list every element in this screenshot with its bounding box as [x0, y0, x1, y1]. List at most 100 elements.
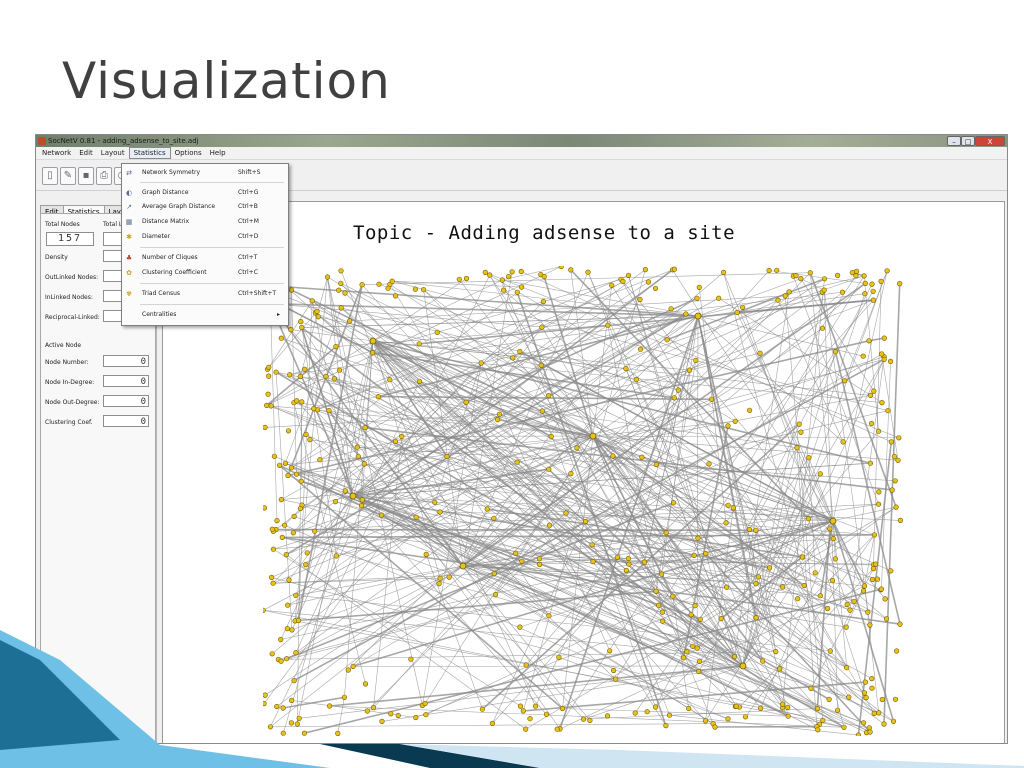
graph-node[interactable] — [265, 391, 271, 397]
graph-node[interactable] — [870, 297, 877, 303]
close-button[interactable]: X — [975, 136, 1005, 146]
graph-node[interactable] — [766, 267, 772, 274]
graph-node[interactable] — [879, 400, 885, 406]
graph-node[interactable] — [304, 550, 310, 556]
graph-node[interactable] — [774, 267, 780, 273]
graph-node[interactable] — [298, 318, 304, 325]
graph-node[interactable] — [891, 454, 898, 460]
graph-node[interactable] — [347, 318, 353, 324]
graph-hub-node[interactable] — [349, 492, 357, 500]
graph-node[interactable] — [830, 536, 836, 542]
graph-node[interactable] — [463, 399, 469, 405]
graph-node[interactable] — [385, 285, 391, 291]
graph-node[interactable] — [757, 350, 763, 356]
graph-node[interactable] — [589, 542, 595, 548]
graph-node[interactable] — [392, 293, 399, 299]
graph-node[interactable] — [263, 505, 267, 511]
graph-node[interactable] — [653, 588, 659, 594]
graph-node[interactable] — [540, 298, 547, 305]
graph-node[interactable] — [817, 471, 823, 477]
graph-node[interactable] — [670, 593, 676, 599]
graph-node[interactable] — [558, 266, 564, 270]
graph-hub-node[interactable] — [694, 312, 702, 320]
graph-node[interactable] — [610, 453, 616, 459]
graph-node[interactable] — [326, 408, 332, 414]
graph-node[interactable] — [268, 403, 274, 409]
graph-node[interactable] — [299, 324, 305, 331]
graph-node[interactable] — [509, 269, 515, 275]
graph-node[interactable] — [694, 295, 700, 301]
graph-node[interactable] — [723, 520, 729, 526]
graph-node[interactable] — [801, 582, 807, 589]
graph-node[interactable] — [541, 274, 547, 280]
graph-node[interactable] — [317, 457, 323, 463]
graph-node[interactable] — [437, 509, 443, 515]
graph-node[interactable] — [853, 273, 859, 279]
graph-node[interactable] — [860, 353, 866, 359]
graph-node[interactable] — [514, 459, 520, 465]
graph-node[interactable] — [703, 551, 709, 557]
graph-node[interactable] — [303, 431, 309, 438]
graph-node[interactable] — [870, 288, 876, 294]
graph-node[interactable] — [510, 355, 516, 361]
minimize-button[interactable]: – — [947, 136, 961, 146]
graph-node[interactable] — [369, 350, 376, 356]
graph-node[interactable] — [309, 298, 315, 304]
graph-node[interactable] — [840, 439, 846, 445]
graph-node[interactable] — [506, 274, 512, 280]
menu-options[interactable]: Options — [171, 147, 206, 159]
graph-node[interactable] — [312, 528, 318, 534]
graph-node[interactable] — [732, 418, 738, 424]
graph-node[interactable] — [362, 425, 368, 431]
graph-node[interactable] — [821, 287, 827, 293]
graph-node[interactable] — [446, 574, 452, 580]
graph-node[interactable] — [645, 279, 652, 285]
graph-node[interactable] — [478, 360, 484, 366]
graph-node[interactable] — [499, 277, 505, 283]
graph-node[interactable] — [889, 487, 895, 493]
graph-node[interactable] — [706, 461, 712, 467]
graph-node[interactable] — [278, 335, 284, 341]
graph-node[interactable] — [269, 574, 275, 581]
graph-node[interactable] — [434, 329, 440, 335]
menu-item-graph-distance[interactable]: ◐ Graph Distance Ctrl+G — [122, 186, 288, 199]
menu-item-network-symmetry[interactable]: ⇄ Network Symmetry Shift+S — [122, 166, 288, 179]
graph-node[interactable] — [299, 399, 305, 405]
graph-node[interactable] — [437, 575, 443, 581]
menu-network[interactable]: Network — [38, 147, 75, 159]
graph-node[interactable] — [423, 551, 429, 558]
graph-node[interactable] — [278, 497, 284, 503]
graph-node[interactable] — [871, 388, 877, 394]
graph-node[interactable] — [432, 499, 438, 505]
graph-node[interactable] — [869, 281, 875, 287]
graph-node[interactable] — [879, 351, 885, 357]
graph-node[interactable] — [829, 578, 836, 584]
graph-node[interactable] — [652, 285, 659, 291]
graph-node[interactable] — [861, 583, 868, 589]
graph-node[interactable] — [653, 461, 659, 468]
graph-node[interactable] — [436, 581, 442, 587]
graph-node[interactable] — [786, 289, 792, 295]
graph-node[interactable] — [887, 358, 894, 364]
graph-node[interactable] — [753, 581, 759, 587]
graph-node[interactable] — [568, 471, 574, 477]
graph-node[interactable] — [491, 571, 497, 577]
graph-node[interactable] — [805, 516, 812, 522]
graph-node[interactable] — [269, 526, 275, 532]
graph-node[interactable] — [270, 580, 276, 586]
graph-node[interactable] — [798, 429, 804, 435]
graph-node[interactable] — [487, 272, 493, 278]
graph-node[interactable] — [290, 530, 296, 536]
graph-node[interactable] — [482, 269, 488, 276]
graph-node[interactable] — [897, 517, 903, 523]
graph-node[interactable] — [361, 461, 367, 467]
graph-node[interactable] — [832, 349, 839, 355]
graph-node[interactable] — [519, 284, 525, 290]
title-bar[interactable]: SocNetV 0.81 - adding_adsense_to_site.ad… — [36, 135, 1007, 147]
graph-node[interactable] — [842, 378, 848, 384]
graph-node[interactable] — [324, 274, 331, 280]
maximize-button[interactable]: □ — [961, 136, 975, 146]
graph-node[interactable] — [866, 338, 872, 344]
menu-item-centralities[interactable]: Centralities ▸ — [122, 308, 288, 321]
graph-node[interactable] — [691, 552, 697, 559]
